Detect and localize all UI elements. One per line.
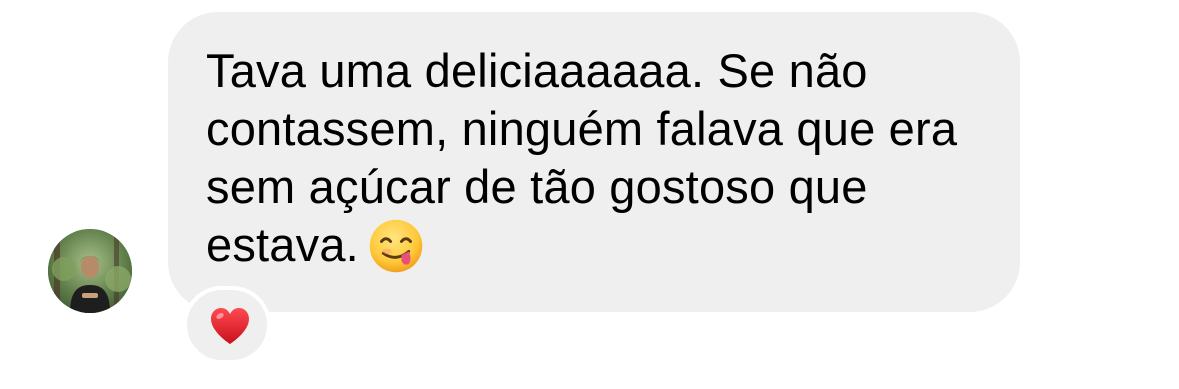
message-line-3: sem açúcar de tão gostoso que — [206, 160, 868, 213]
message-text: Tava uma deliciaaaaaa. Se não contassem,… — [206, 42, 1006, 275]
avatar[interactable] — [48, 229, 132, 313]
face-savoring-food-icon — [369, 219, 423, 273]
avatar-photo — [48, 229, 132, 313]
reaction-badge[interactable] — [183, 286, 271, 364]
message-line-4: estava. — [206, 218, 359, 271]
message-line-1: Tava uma deliciaaaaaa. Se não — [206, 44, 868, 97]
chat-thread: Tava uma deliciaaaaaa. Se não contassem,… — [0, 0, 1179, 389]
heart-icon — [211, 308, 249, 344]
message-line-2: contassem, ninguém falava que era — [206, 102, 958, 155]
